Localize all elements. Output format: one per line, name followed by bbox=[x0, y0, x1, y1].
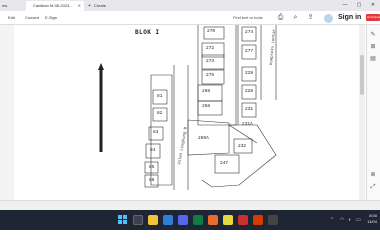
lot-label: 274 bbox=[245, 30, 254, 35]
excel-icon[interactable] bbox=[193, 215, 203, 225]
bookmark-icon[interactable]: ⊞ bbox=[369, 44, 377, 51]
lot-label: 85 bbox=[149, 165, 155, 170]
lot-label: 268 bbox=[202, 104, 211, 109]
windows-start-icon[interactable] bbox=[118, 215, 128, 225]
lot-label: 83 bbox=[153, 130, 159, 135]
tab-inactive[interactable]: ms bbox=[0, 1, 26, 11]
sign-in-button[interactable]: Sign in bbox=[338, 13, 361, 23]
app-toolbar: Edit Convert E-Sign Find text or tools ⎙… bbox=[0, 11, 380, 25]
wifi-icon[interactable]: ◠ bbox=[340, 216, 344, 224]
lot-label: 277 bbox=[245, 49, 254, 54]
lot-label: 232 bbox=[238, 144, 247, 149]
taskbar-clock[interactable]: 8:00 11/04 bbox=[359, 213, 377, 225]
lot-label: 231A bbox=[242, 122, 253, 127]
lot-label: 247 bbox=[220, 161, 229, 166]
maximize-button[interactable]: ▢ bbox=[352, 0, 366, 11]
tab-active[interactable]: Cantikan M-08-2023... ✕ bbox=[26, 1, 84, 11]
app-icon[interactable] bbox=[268, 215, 278, 225]
print-icon[interactable]: ⎙ bbox=[276, 14, 285, 22]
lot-label: 86 bbox=[149, 178, 155, 183]
tab-active-label: Cantikan M-08-2023... bbox=[33, 3, 73, 8]
menu-convert[interactable]: Convert bbox=[25, 14, 39, 22]
lot-label: 84 bbox=[150, 148, 156, 153]
lot-label: 272 bbox=[206, 46, 215, 51]
site-plan-drawing: Jalan Lingkung B Kompleks Lontar bbox=[98, 25, 277, 190]
new-tab-button[interactable]: + Create bbox=[86, 1, 112, 10]
volume-icon[interactable]: ◖ bbox=[348, 216, 351, 224]
pdf-page: BLOK I Jalan Lingkung B Kompleks Lontar … bbox=[14, 25, 366, 200]
menu-esign[interactable]: E-Sign bbox=[45, 14, 57, 22]
zoom-icon[interactable]: ⊕ bbox=[369, 172, 377, 179]
browser-title-bar: ms Cantikan M-08-2023... ✕ + Create — ▢ ✕ bbox=[0, 0, 380, 11]
minimize-button[interactable]: — bbox=[338, 0, 352, 11]
close-window-button[interactable]: ✕ bbox=[366, 0, 380, 11]
lot-label: 268 bbox=[202, 89, 211, 94]
windows-taskbar: ⌃ ◠ ◖ ▭ 8:00 11/04 bbox=[0, 210, 380, 230]
tab-inactive-label: ms bbox=[2, 3, 8, 8]
lot-label: 231 bbox=[245, 107, 254, 112]
lot-label: 273 bbox=[206, 59, 215, 64]
lot-label: 82 bbox=[157, 111, 163, 116]
scrollbar-thumb[interactable] bbox=[360, 55, 364, 95]
north-arrow-icon bbox=[98, 63, 104, 152]
lot-label: 81 bbox=[157, 94, 163, 99]
tab-close-icon[interactable]: ✕ bbox=[78, 1, 81, 11]
new-tab-label: Create bbox=[93, 3, 106, 8]
edge-browser-icon[interactable] bbox=[163, 215, 173, 225]
office-icon[interactable] bbox=[208, 215, 218, 225]
plus-icon: + bbox=[88, 3, 91, 9]
search-taskbar-icon[interactable] bbox=[133, 215, 143, 225]
chrome-icon[interactable] bbox=[223, 215, 233, 225]
lot-label: 270 bbox=[207, 29, 216, 34]
lot-label: 228 bbox=[245, 89, 254, 94]
avatar[interactable] bbox=[324, 14, 333, 23]
file-explorer-icon[interactable] bbox=[148, 215, 158, 225]
teams-icon[interactable] bbox=[178, 215, 188, 225]
lot-label: 275 bbox=[206, 73, 215, 78]
pages-icon[interactable]: ▤ bbox=[369, 56, 377, 63]
ai-assistant-button[interactable]: AI Assistant bbox=[366, 14, 380, 21]
vertical-scrollbar[interactable] bbox=[359, 25, 365, 200]
find-tools-search[interactable]: Find text or tools bbox=[233, 14, 263, 22]
status-bar bbox=[0, 200, 380, 210]
comment-icon[interactable]: ✎ bbox=[369, 32, 377, 39]
chevron-up-icon[interactable]: ⌃ bbox=[330, 216, 334, 224]
share-icon[interactable]: ⇪ bbox=[306, 14, 315, 22]
clock-date: 11/04 bbox=[367, 219, 377, 224]
fit-page-icon[interactable]: ⤢ bbox=[369, 184, 377, 191]
powerpoint-icon[interactable] bbox=[253, 215, 263, 225]
lot-label: 229 bbox=[245, 71, 254, 76]
menu-edit[interactable]: Edit bbox=[8, 14, 15, 22]
window-controls: — ▢ ✕ bbox=[338, 0, 380, 11]
search-icon[interactable]: ⌕ bbox=[291, 14, 300, 22]
road-label-vertical: Jalan Lingkung B bbox=[177, 126, 189, 165]
lot-label: 269A bbox=[198, 136, 209, 141]
acrobat-icon[interactable] bbox=[238, 215, 248, 225]
